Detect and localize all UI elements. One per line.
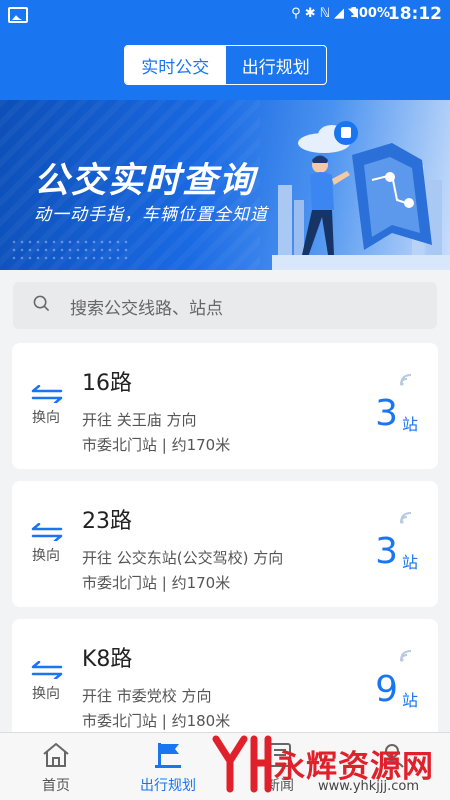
status-bar: ⚲✱ℕ◢◥ 100% 18:12 bbox=[0, 0, 450, 30]
bus-route-card[interactable]: 换向 23路 开往 公交东站(公交驾校) 方向 市委北门站 | 约170米 3 … bbox=[12, 481, 438, 607]
route-direction: 开往 关王庙 方向 bbox=[82, 411, 197, 429]
battery-level: 100% bbox=[349, 6, 390, 21]
swap-direction-icon[interactable] bbox=[31, 661, 63, 679]
realtime-signal-icon bbox=[400, 512, 412, 524]
stops-away-count: 3 bbox=[375, 531, 398, 572]
watermark-logo bbox=[212, 735, 272, 793]
stops-away-count: 9 bbox=[375, 669, 398, 710]
tab-trip-planning[interactable]: 出行规划 bbox=[226, 46, 327, 84]
stops-unit: 站 bbox=[401, 415, 418, 434]
realtime-signal-icon bbox=[400, 650, 412, 662]
bus-route-card[interactable]: 换向 K8路 开往 市委党校 方向 市委北门站 | 约180米 9 站 bbox=[12, 619, 438, 745]
stops-away-count: 3 bbox=[375, 393, 398, 434]
swap-direction-icon[interactable] bbox=[31, 523, 63, 541]
nav-label-trip-planning: 出行规划 bbox=[140, 778, 196, 794]
route-name: 16路 bbox=[82, 371, 132, 396]
nearest-stop: 市委北门站 | 约170米 bbox=[82, 574, 231, 592]
route-direction: 开往 市委党校 方向 bbox=[82, 687, 212, 705]
bus-stop-icon bbox=[155, 743, 181, 768]
stops-unit: 站 bbox=[401, 553, 418, 572]
nearest-stop: 市委北门站 | 约180米 bbox=[82, 712, 231, 730]
nav-item-trip-planning[interactable]: 出行规划 bbox=[112, 733, 224, 800]
home-icon bbox=[43, 742, 69, 767]
mode-tabs: 实时公交 出行规划 bbox=[124, 45, 327, 85]
swap-direction-label[interactable]: 换向 bbox=[32, 545, 60, 565]
banner-dots bbox=[10, 238, 130, 260]
swap-direction-label[interactable]: 换向 bbox=[32, 683, 60, 703]
search-icon bbox=[33, 295, 50, 312]
realtime-signal-icon bbox=[400, 374, 412, 386]
search-placeholder: 搜索公交线路、站点 bbox=[70, 299, 223, 319]
gallery-icon bbox=[8, 7, 28, 23]
banner-subtitle: 动一动手指，车辆位置全知道 bbox=[34, 205, 268, 225]
nav-label-home: 首页 bbox=[42, 778, 70, 794]
watermark-url: www.yhkjjj.com bbox=[318, 779, 420, 794]
watermark: 永辉资源网 www.yhkjjj.com bbox=[210, 735, 450, 797]
bus-route-card[interactable]: 换向 16路 开往 关王庙 方向 市委北门站 | 约170米 3 站 bbox=[12, 343, 438, 469]
nearest-stop: 市委北门站 | 约170米 bbox=[82, 436, 231, 454]
route-direction: 开往 公交东站(公交驾校) 方向 bbox=[82, 549, 284, 567]
swap-direction-icon[interactable] bbox=[31, 385, 63, 403]
app-header: 实时公交 出行规划 bbox=[0, 30, 450, 100]
nav-item-home[interactable]: 首页 bbox=[0, 733, 112, 800]
route-name: K8路 bbox=[82, 647, 133, 672]
person-with-map-illustration bbox=[272, 121, 450, 270]
search-bar[interactable]: 搜索公交线路、站点 bbox=[13, 282, 437, 329]
banner-title: 公交实时查询 bbox=[34, 161, 257, 201]
stops-unit: 站 bbox=[401, 691, 418, 710]
main-content: 搜索公交线路、站点 换向 16路 开往 关王庙 方向 市委北门站 | 约170米… bbox=[0, 270, 450, 745]
clock: 18:12 bbox=[387, 4, 442, 24]
route-name: 23路 bbox=[82, 509, 132, 534]
tab-realtime-bus[interactable]: 实时公交 bbox=[125, 46, 226, 84]
promo-banner[interactable]: 公交实时查询 动一动手指，车辆位置全知道 bbox=[0, 100, 450, 270]
swap-direction-label[interactable]: 换向 bbox=[32, 407, 60, 427]
